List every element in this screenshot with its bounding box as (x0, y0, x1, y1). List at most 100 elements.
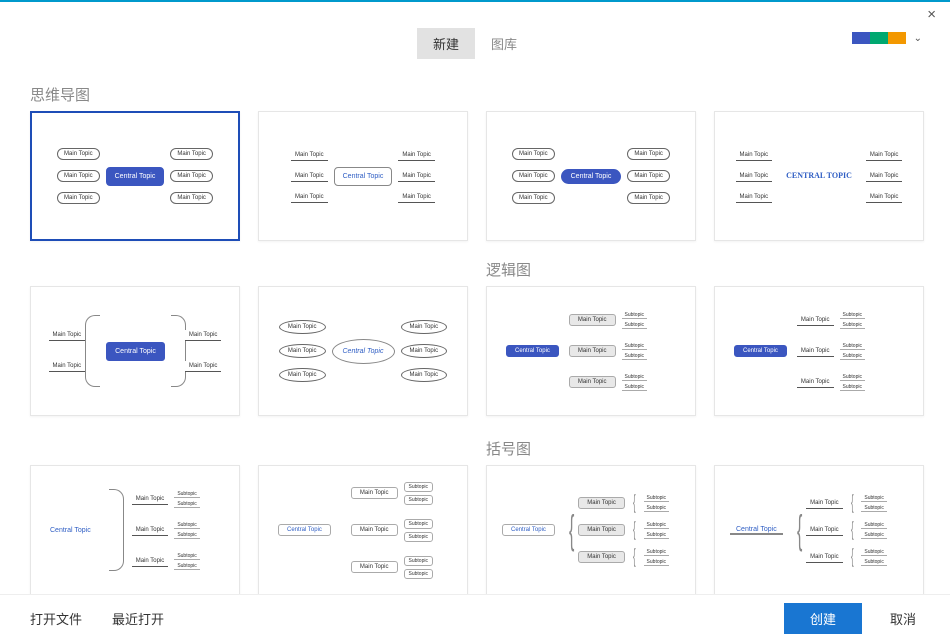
node-central: Central Topic (506, 345, 559, 357)
swatch-1 (852, 32, 870, 44)
node-sub: Subtopic (840, 384, 865, 391)
node-sub: Subtopic (622, 312, 647, 319)
brace-icon: { (633, 522, 636, 538)
node-main: Main Topic (797, 315, 834, 326)
template-mindmap-1[interactable]: Main Topic Main Topic Main Topic Central… (30, 111, 240, 241)
node-main: Main Topic (351, 487, 398, 499)
node-main: Main Topic (512, 148, 555, 160)
node-main: Main Topic (132, 525, 169, 536)
node-sub: Subtopic (861, 549, 886, 556)
create-button[interactable]: 创建 (784, 603, 862, 634)
node-central: Central Topic (730, 526, 783, 535)
node-main: Main Topic (49, 330, 86, 341)
node-sub: Subtopic (861, 495, 886, 502)
template-logic-1[interactable]: Central Topic Main Topic Subtopic Subtopic… (486, 286, 696, 416)
node-main: Main Topic (512, 170, 555, 182)
template-mindmap-2[interactable]: Main Topic Main Topic Main Topic Central… (258, 111, 468, 241)
node-main: Main Topic (279, 344, 326, 358)
node-sub: Subtopic (861, 559, 886, 566)
node-main: Main Topic (170, 170, 213, 182)
node-sub: Subtopic (404, 482, 433, 492)
node-main: Main Topic (170, 192, 213, 204)
brace-icon: { (851, 549, 854, 565)
node-main: Main Topic (866, 192, 903, 203)
node-sub: Subtopic (840, 374, 865, 381)
node-sub: Subtopic (622, 374, 647, 381)
section-title-mindmap: 思维导图 (30, 84, 924, 105)
node-main: Main Topic (627, 170, 670, 182)
connector-icon (85, 315, 100, 387)
node-main: Main Topic (569, 376, 616, 388)
node-sub: Subtopic (404, 556, 433, 566)
template-bracket-2[interactable]: Central Topic { Main Topic { Subtopic Subto… (714, 465, 924, 595)
node-central: Central Topic (106, 342, 165, 361)
node-main: Main Topic (132, 556, 169, 567)
node-main: Main Topic (569, 314, 616, 326)
node-sub: Subtopic (644, 505, 669, 512)
node-main: Main Topic (806, 498, 843, 509)
template-bracket-1[interactable]: Central Topic { Main Topic{SubtopicSubto… (486, 465, 696, 595)
node-central: CENTRAL TOPIC (778, 167, 860, 185)
node-sub: Subtopic (840, 353, 865, 360)
swatch-3 (888, 32, 906, 44)
node-main: Main Topic (185, 330, 222, 341)
node-central: Central Topic (50, 527, 91, 534)
node-main: Main Topic (398, 171, 435, 182)
tab-new[interactable]: 新建 (417, 28, 475, 59)
node-main: Main Topic (398, 192, 435, 203)
node-main: Main Topic (57, 148, 100, 160)
node-central: Central Topic (561, 169, 622, 184)
cancel-button[interactable]: 取消 (880, 603, 926, 634)
node-main: Main Topic (736, 192, 773, 203)
node-main: Main Topic (578, 551, 625, 563)
recent-open-button[interactable]: 最近打开 (106, 605, 170, 632)
palette-swatches (852, 32, 906, 44)
template-logic-3[interactable]: Central Topic Main Topic Subtopic Subtopic… (30, 465, 240, 595)
tab-gallery[interactable]: 图库 (475, 28, 533, 59)
template-mindmap-4[interactable]: Main Topic Main Topic Main Topic CENTRAL… (714, 111, 924, 241)
node-main: Main Topic (866, 171, 903, 182)
title-bar: × (0, 2, 950, 24)
node-main: Main Topic (279, 320, 326, 334)
node-main: Main Topic (401, 368, 448, 382)
node-main: Main Topic (291, 192, 328, 203)
header: 新建 图库 ⌄ (0, 24, 950, 60)
connector-icon (171, 315, 186, 387)
template-mindmap-6[interactable]: Main Topic Main Topic Main Topic Central… (258, 286, 468, 416)
node-main: Main Topic (578, 497, 625, 509)
node-sub: Subtopic (404, 532, 433, 542)
node-sub: Subtopic (622, 343, 647, 350)
brace-icon: { (797, 514, 802, 546)
template-logic-4[interactable]: Central Topic Main TopicSubtopicSubtopic… (258, 465, 468, 595)
node-main: Main Topic (279, 368, 326, 382)
node-sub: Subtopic (644, 495, 669, 502)
section-title-bracket: 括号图 (486, 438, 924, 459)
color-palette-picker[interactable]: ⌄ (852, 32, 922, 44)
template-logic-2[interactable]: Central Topic Main TopicSubtopicSubtopic… (714, 286, 924, 416)
node-main: Main Topic (578, 524, 625, 536)
node-sub: Subtopic (174, 522, 199, 529)
template-mindmap-3[interactable]: Main Topic Main Topic Main Topic Central… (486, 111, 696, 241)
template-mindmap-5[interactable]: Main Topic Main Topic Central Topic Main… (30, 286, 240, 416)
template-gallery: 思维导图 Main Topic Main Topic Main Topic Ce… (0, 60, 950, 595)
chevron-down-icon[interactable]: ⌄ (914, 33, 922, 44)
node-main: Main Topic (398, 150, 435, 161)
node-main: Main Topic (569, 345, 616, 357)
node-sub: Subtopic (861, 505, 886, 512)
brace-icon: { (851, 522, 854, 538)
node-central: Central Topic (334, 167, 393, 186)
node-sub: Subtopic (174, 553, 199, 560)
node-main: Main Topic (866, 150, 903, 161)
brace-icon: { (851, 495, 854, 511)
node-main: Main Topic (736, 150, 773, 161)
node-main: Main Topic (806, 525, 843, 536)
node-main: Main Topic (797, 377, 834, 388)
brace-icon: { (633, 549, 636, 565)
node-main: Main Topic (806, 552, 843, 563)
node-sub: Subtopic (840, 312, 865, 319)
open-file-button[interactable]: 打开文件 (24, 605, 88, 632)
node-sub: Subtopic (174, 563, 199, 570)
node-sub: Subtopic (840, 343, 865, 350)
node-main: Main Topic (351, 524, 398, 536)
close-icon[interactable]: × (927, 6, 936, 23)
